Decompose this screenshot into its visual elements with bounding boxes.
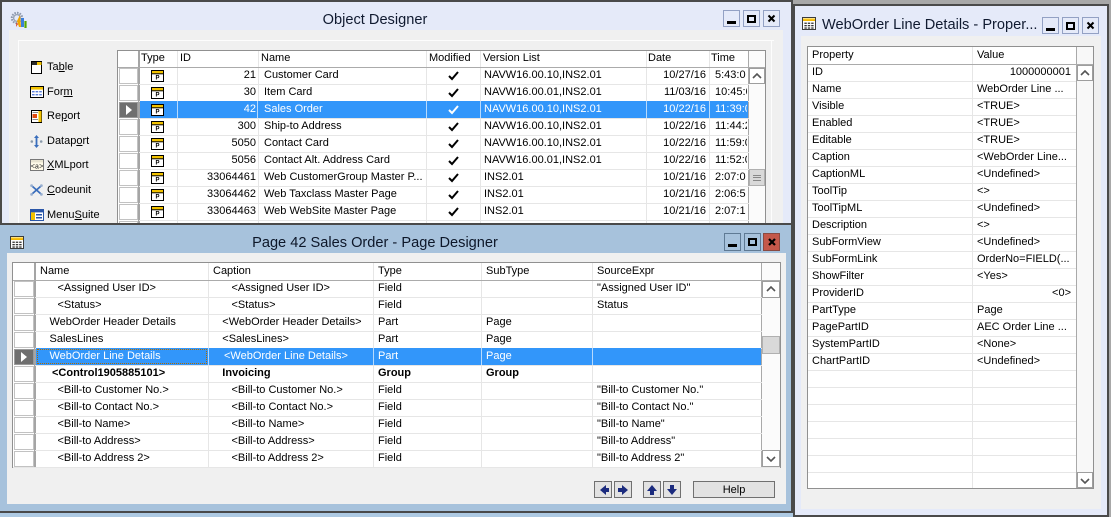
svg-text:<a>: <a> <box>31 164 44 171</box>
svg-text:P: P <box>155 160 159 166</box>
svg-text:P: P <box>155 75 159 81</box>
svg-text:P: P <box>155 92 159 98</box>
svg-text:P: P <box>155 143 159 149</box>
svg-text:P: P <box>155 194 159 200</box>
svg-text:P: P <box>155 177 159 183</box>
svg-text:P: P <box>155 126 159 132</box>
svg-text:P: P <box>155 211 159 217</box>
svg-text:P: P <box>155 109 159 115</box>
